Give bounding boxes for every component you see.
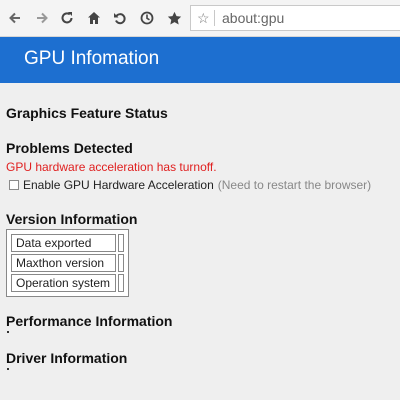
performance-information-heading: Performance Information (6, 313, 173, 329)
back-icon[interactable] (6, 9, 24, 27)
version-value-operation-system (118, 274, 124, 292)
driver-information-heading: Driver Information (6, 350, 128, 366)
restart-note: (Need to restart the browser) (217, 178, 372, 192)
table-row: Operation system (11, 274, 124, 292)
address-bar[interactable]: ☆ about:gpu (190, 5, 400, 31)
undo-icon[interactable] (111, 9, 129, 27)
address-url[interactable]: about:gpu (222, 10, 284, 26)
history-icon[interactable] (138, 9, 156, 27)
gpu-acceleration-error: GPU hardware acceleration has turnoff. (6, 160, 217, 174)
table-row: Data exported (11, 234, 124, 252)
version-info-table: Data exported Maxthon version Operation … (6, 229, 129, 297)
performance-bullet (7, 331, 9, 333)
version-value-data-exported (118, 234, 124, 252)
version-information-heading: Version Information (6, 211, 138, 227)
browser-toolbar: ☆ about:gpu (0, 0, 400, 37)
page-title: GPU Infomation (24, 48, 160, 69)
enable-gpu-label[interactable]: Enable GPU Hardware Acceleration (23, 178, 214, 192)
driver-bullet (7, 368, 9, 370)
star-outline-icon[interactable]: ☆ (197, 10, 210, 27)
reload-icon[interactable] (58, 9, 76, 27)
page-header: GPU Infomation (0, 37, 400, 83)
graphics-feature-status-heading: Graphics Feature Status (6, 105, 168, 121)
home-icon[interactable] (85, 9, 103, 27)
address-divider (214, 10, 215, 26)
version-key-maxthon-version: Maxthon version (11, 254, 116, 272)
enable-gpu-option: Enable GPU Hardware Acceleration (Need t… (9, 178, 371, 192)
table-row: Maxthon version (11, 254, 124, 272)
version-key-operation-system: Operation system (11, 274, 116, 292)
version-value-maxthon-version (118, 254, 124, 272)
version-key-data-exported: Data exported (11, 234, 116, 252)
enable-gpu-checkbox[interactable] (9, 180, 19, 190)
forward-icon[interactable] (33, 9, 51, 27)
problems-detected-heading: Problems Detected (6, 140, 133, 156)
favorite-icon[interactable] (165, 9, 183, 27)
